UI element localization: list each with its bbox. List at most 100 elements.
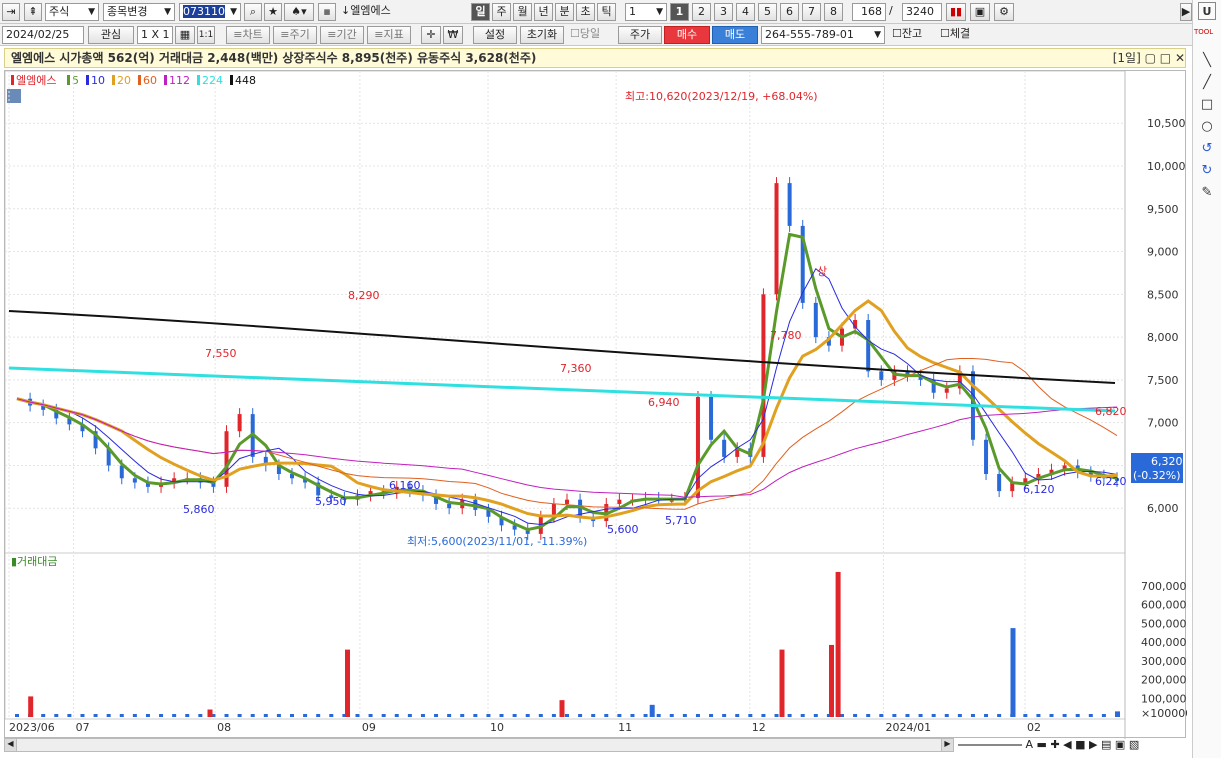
legend-swatch-3 xyxy=(112,75,115,85)
search-icon[interactable]: ⌕ xyxy=(244,3,262,21)
chart-button[interactable]: ≡차트 xyxy=(226,26,270,44)
volume-panel xyxy=(4,552,1126,720)
label-high-4: 7,780 xyxy=(770,329,802,342)
vol-bar-64 xyxy=(853,714,858,717)
number-tab-2[interactable]: 2 xyxy=(692,3,711,21)
period-tab-1[interactable]: 주 xyxy=(492,3,511,21)
zoom-out-icon[interactable]: ▬ xyxy=(1037,738,1047,751)
reset-button[interactable]: 초기화 xyxy=(520,26,564,44)
text-icon[interactable]: ✎ xyxy=(1198,184,1216,202)
line-icon[interactable]: ╲ xyxy=(1198,52,1216,70)
collapse-icon[interactable]: ▶ xyxy=(1180,3,1192,21)
indicator-button[interactable]: ≡지표 xyxy=(367,26,411,44)
minimize-icon[interactable]: ▢ xyxy=(1145,51,1156,65)
number-tab-8[interactable]: 8 xyxy=(824,3,843,21)
x-tick-8: 02 xyxy=(1027,721,1041,734)
legend-label-1: 5 xyxy=(72,74,79,87)
price-period-button[interactable]: ≡주기 xyxy=(273,26,317,44)
label-low-1: 5,950 xyxy=(315,495,347,508)
y-tick-6: 7,500 xyxy=(1147,374,1179,387)
play-back-icon[interactable]: ◀ xyxy=(1063,738,1071,751)
display-count-input[interactable]: 168 xyxy=(852,3,886,21)
excel-icon[interactable]: ▤ xyxy=(1101,738,1111,751)
zoom-slider[interactable] xyxy=(958,744,1022,746)
period-button[interactable]: ≡기간 xyxy=(320,26,364,44)
vol-bar-58 xyxy=(774,714,779,717)
buy-button[interactable]: 매수 xyxy=(664,26,710,44)
price-button[interactable]: 주가 xyxy=(618,26,662,44)
export-icon[interactable]: ▧ xyxy=(1129,738,1139,751)
vol-tick-1: 600,000 xyxy=(1141,599,1187,612)
zoom-text-icon[interactable]: A xyxy=(1026,738,1034,751)
account-select[interactable]: 264-555-789-01 ▼ xyxy=(761,26,885,44)
watch-button[interactable]: 관심 xyxy=(88,26,134,44)
period-tab-3[interactable]: 년 xyxy=(534,3,553,21)
sell-button[interactable]: 매도 xyxy=(712,26,758,44)
legend-swatch-6 xyxy=(197,75,200,85)
won-button[interactable]: ₩ xyxy=(443,26,463,44)
redo-icon[interactable]: ↻ xyxy=(1198,162,1216,180)
calendar-icon[interactable]: ▦ xyxy=(175,26,195,44)
grid-icon[interactable]: ▦ xyxy=(318,3,336,21)
layout-select[interactable]: 1 X 1 xyxy=(137,26,173,44)
number-tab-6[interactable]: 6 xyxy=(780,3,799,21)
period-tab-2[interactable]: 월 xyxy=(513,3,532,21)
change-item-select[interactable]: 종목변경 ▼ xyxy=(103,3,175,21)
print-icon[interactable]: ▣ xyxy=(1115,738,1125,751)
candle-icon[interactable]: ▮▮ xyxy=(946,3,966,21)
period-tab-5[interactable]: 초 xyxy=(576,3,595,21)
circle-icon[interactable]: ○ xyxy=(1198,118,1216,136)
spade-icon[interactable]: ♠▾ xyxy=(284,3,314,21)
horizontal-scrollbar[interactable]: ◀ ▶ xyxy=(4,738,954,752)
number-tab-4[interactable]: 4 xyxy=(736,3,755,21)
label-high-0: 7,550 xyxy=(205,347,237,360)
period-tab-6[interactable]: 틱 xyxy=(597,3,616,21)
balance-checkbox[interactable]: ☐잔고 xyxy=(889,26,935,44)
number-tab-7[interactable]: 7 xyxy=(802,3,821,21)
zoom-in-icon[interactable]: ✚ xyxy=(1050,738,1059,751)
period-tab-0[interactable]: 일 xyxy=(471,3,490,21)
period-tab-4[interactable]: 분 xyxy=(555,3,574,21)
number-tab-3[interactable]: 3 xyxy=(714,3,733,21)
label-low-5: 6,120 xyxy=(1023,483,1055,496)
play-forward-icon[interactable]: ▶ xyxy=(1089,738,1097,751)
drawing-toolbar: U TOOL ╲ ╱ □ ○ ↺ ↻ ✎ xyxy=(1192,0,1221,758)
rectangle-icon[interactable]: □ xyxy=(1198,96,1216,114)
undo-icon[interactable]: ↺ xyxy=(1198,140,1216,158)
main-toolbar: ⇥ ⇞ 주식 ▼ 종목변경 ▼ 073110 ▼ ⌕ ★ ♠▾ ▦ ↓엘엠에스 일주월… xyxy=(0,0,1192,24)
number-tab-5[interactable]: 5 xyxy=(758,3,777,21)
market-select[interactable]: 주식 ▼ xyxy=(45,3,99,21)
execution-checkbox[interactable]: ☐체결 xyxy=(937,26,983,44)
gear-icon[interactable]: ⚙ xyxy=(994,3,1014,21)
candle-59 xyxy=(787,183,792,226)
help-button[interactable]: U xyxy=(1198,2,1216,20)
number-tab-1[interactable]: 1 xyxy=(670,3,689,21)
vol-bar-12 xyxy=(172,714,177,717)
vol-bar-0 xyxy=(15,714,19,717)
vol-bar-82 xyxy=(1088,714,1093,717)
chart-svg[interactable]: 엘엠에스 5 10 20 60 112 224 448 10,500 10,000 9,500 9,0… xyxy=(4,70,1192,739)
scroll-right-icon[interactable]: ▶ xyxy=(941,739,953,751)
vol-spike-1 xyxy=(207,709,213,717)
today-checkbox[interactable]: ☐당일 xyxy=(567,26,613,44)
x-tick-1: 07 xyxy=(76,721,90,734)
top-icon[interactable]: ⇞ xyxy=(24,3,42,21)
chart-area[interactable]: 엘엠에스 5 10 20 60 112 224 448 10,500 10,000 9,500 9,0… xyxy=(4,70,1192,739)
save-icon[interactable]: ▣ xyxy=(970,3,990,21)
one-to-one-button[interactable]: 1:1 xyxy=(197,26,215,44)
scroll-left-icon[interactable]: ◀ xyxy=(5,739,17,751)
settings-button[interactable]: 설정 xyxy=(473,26,517,44)
star-icon[interactable]: ★ xyxy=(264,3,282,21)
stop-icon[interactable]: ■ xyxy=(1075,738,1085,751)
stock-code-input[interactable]: 073110 ▼ xyxy=(179,3,241,21)
pin-icon[interactable]: ⇥ xyxy=(2,3,20,21)
period-count-select[interactable]: 1 ▼ xyxy=(625,3,667,21)
window-controls: [1일] ▢ □ ✕ xyxy=(1113,49,1185,67)
diagonal-icon[interactable]: ╱ xyxy=(1198,74,1216,92)
crosshair-icon[interactable]: ✛ xyxy=(421,26,441,44)
vol-spike-5 xyxy=(779,649,785,717)
maximize-icon[interactable]: □ xyxy=(1160,51,1171,65)
date-input[interactable]: 2024/02/25 xyxy=(2,26,84,44)
close-icon[interactable]: ✕ xyxy=(1175,51,1185,65)
label-high-5: 6,820 xyxy=(1095,405,1127,418)
